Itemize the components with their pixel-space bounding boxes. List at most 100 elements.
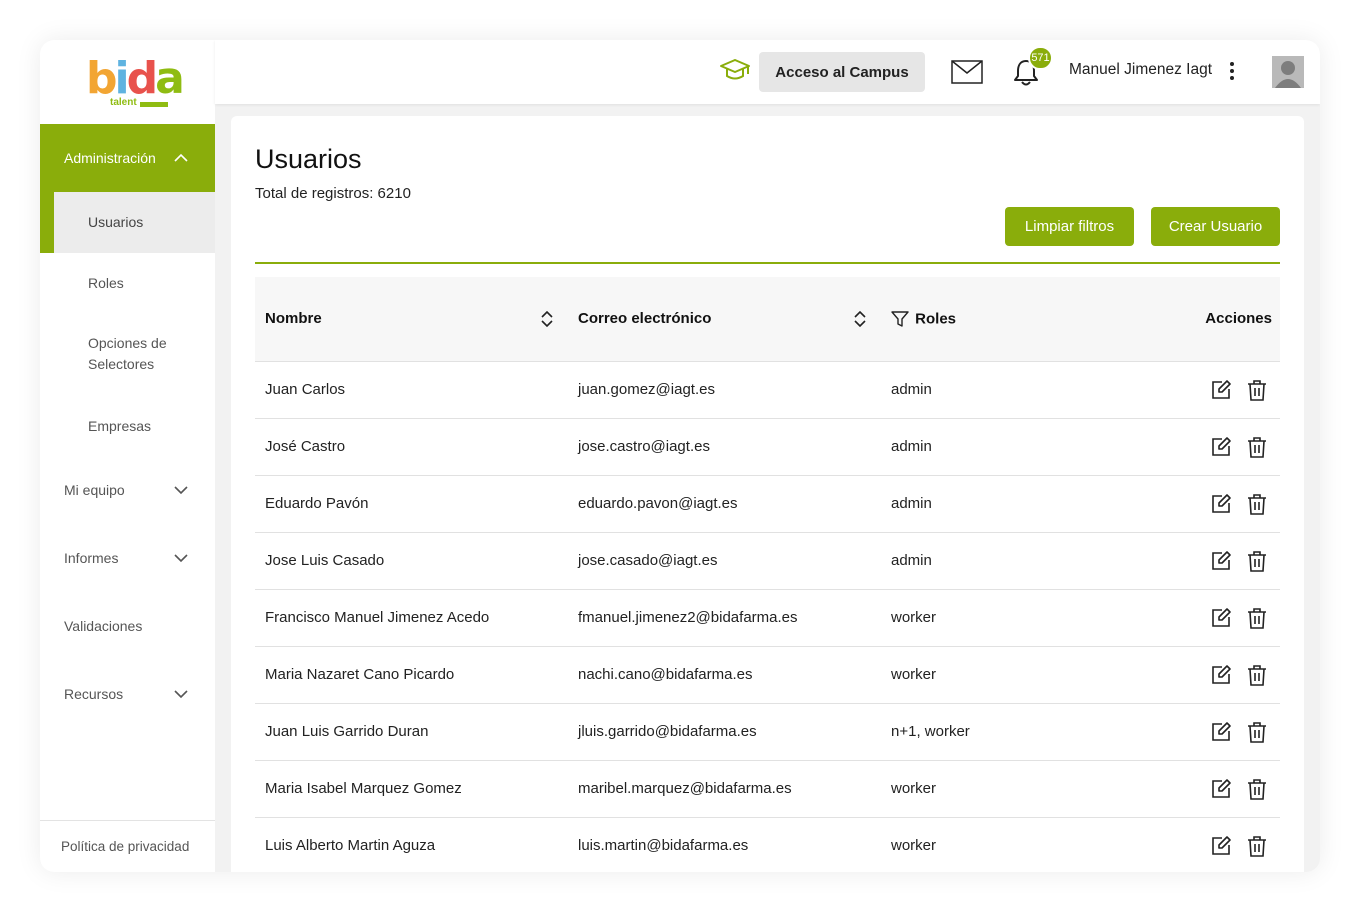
cell-correo: juan.gomez@iagt.es	[578, 381, 715, 398]
notifications-count-badge: 571	[1028, 46, 1053, 70]
logo-letter-a: a	[155, 53, 185, 104]
sidebar-item-mi-equipo[interactable]: Mi equipo	[64, 480, 192, 500]
active-section-indicator	[40, 192, 54, 253]
cell-nombre: José Castro	[265, 438, 346, 455]
sidebar-item-roles[interactable]: Roles	[54, 272, 215, 294]
table-header-row: Nombre Correo electrónico Roles Acciones	[255, 277, 1280, 361]
trash-icon[interactable]	[1246, 379, 1268, 401]
table-row: Jose Luis Casado jose.casado@iagt.es adm…	[255, 532, 1280, 589]
edit-icon[interactable]	[1210, 778, 1232, 800]
sidebar-item-validaciones[interactable]: Validaciones	[64, 616, 192, 636]
trash-icon[interactable]	[1246, 436, 1268, 458]
edit-icon[interactable]	[1210, 436, 1232, 458]
edit-icon[interactable]	[1210, 550, 1232, 572]
cell-acciones	[1151, 646, 1280, 703]
sort-icon[interactable]	[541, 311, 553, 327]
cell-correo: eduardo.pavon@iagt.es	[578, 495, 738, 512]
cell-roles: admin	[891, 495, 932, 512]
sort-icon[interactable]	[854, 311, 866, 327]
cell-acciones	[1151, 817, 1280, 872]
column-header-acciones: Acciones	[1151, 277, 1280, 361]
edit-icon[interactable]	[1210, 721, 1232, 743]
cell-acciones	[1151, 703, 1280, 760]
cell-roles: admin	[891, 438, 932, 455]
cell-nombre: Maria Nazaret Cano Picardo	[265, 666, 455, 683]
trash-icon[interactable]	[1246, 721, 1268, 743]
sidebar-item-label: Administración	[64, 150, 156, 166]
sidebar-item-label: Validaciones	[64, 618, 143, 634]
sidebar-item-label: Roles	[88, 274, 124, 291]
cell-roles: worker	[891, 837, 937, 855]
users-content-card: Usuarios Total de registros: 6210 Limpia…	[231, 116, 1304, 872]
chevron-down-icon	[174, 486, 188, 495]
header-divider	[255, 262, 1280, 264]
create-user-button[interactable]: Crear Usuario	[1151, 207, 1280, 246]
edit-icon[interactable]	[1210, 835, 1232, 857]
table-row: Eduardo Pavón eduardo.pavon@iagt.es admi…	[255, 475, 1280, 532]
page-title: Usuarios	[255, 144, 362, 174]
cell-acciones	[1151, 361, 1280, 418]
trash-icon[interactable]	[1246, 778, 1268, 800]
sidebar-item-label: Informes	[64, 550, 119, 566]
bida-logo[interactable]: b i d a talent	[86, 54, 185, 110]
edit-icon[interactable]	[1210, 664, 1232, 686]
column-label: Roles	[915, 310, 957, 328]
app-window: b i d a talent Administración Usuarios R…	[40, 40, 1320, 872]
trash-icon[interactable]	[1246, 664, 1268, 686]
sidebar-item-administracion[interactable]: Administración	[40, 124, 215, 192]
trash-icon[interactable]	[1246, 493, 1268, 515]
cell-nombre: Juan Carlos	[265, 381, 346, 398]
chevron-down-icon	[174, 690, 188, 699]
trash-icon[interactable]	[1246, 607, 1268, 629]
graduation-cap-icon	[720, 59, 750, 80]
column-header-correo[interactable]: Correo electrónico	[568, 277, 881, 361]
cell-acciones	[1151, 760, 1280, 817]
clear-filters-button[interactable]: Limpiar filtros	[1005, 207, 1134, 246]
total-records: Total de registros: 6210	[255, 185, 411, 202]
column-label: Nombre	[265, 310, 322, 328]
sidebar-item-recursos[interactable]: Recursos	[64, 684, 192, 704]
sidebar-item-informes[interactable]: Informes	[64, 548, 192, 568]
column-header-nombre[interactable]: Nombre	[255, 277, 568, 361]
logo-subtitle: talent	[110, 97, 137, 108]
edit-icon[interactable]	[1210, 607, 1232, 629]
column-label: Acciones	[1205, 310, 1272, 328]
sidebar-item-usuarios[interactable]: Usuarios	[54, 192, 215, 253]
users-table: Nombre Correo electrónico Roles Acciones…	[255, 277, 1280, 872]
cell-acciones	[1151, 475, 1280, 532]
trash-icon[interactable]	[1246, 550, 1268, 572]
user-name[interactable]: Manuel Jimenez Iagt	[1069, 61, 1212, 79]
column-label: Correo electrónico	[578, 310, 712, 328]
sidebar-item-label: Mi equipo	[64, 482, 125, 498]
more-vertical-icon[interactable]	[1229, 61, 1235, 81]
sidebar-item-label: Usuarios	[88, 214, 144, 230]
table-row: Francisco Manuel Jimenez Acedo fmanuel.j…	[255, 589, 1280, 646]
user-placeholder-icon	[1275, 61, 1301, 88]
privacy-policy-label: Política de privacidad	[61, 839, 190, 854]
column-header-roles[interactable]: Roles	[881, 277, 1151, 361]
sidebar-item-opciones-selectores[interactable]: Opciones de Selectores	[54, 333, 215, 375]
avatar[interactable]	[1272, 56, 1304, 88]
edit-icon[interactable]	[1210, 493, 1232, 515]
cell-roles: admin	[891, 552, 932, 569]
cell-nombre: Maria Isabel Marquez Gomez	[265, 780, 462, 797]
cell-correo: luis.martin@bidafarma.es	[578, 837, 749, 855]
filter-icon[interactable]	[891, 310, 909, 328]
cell-nombre: Francisco Manuel Jimenez Acedo	[265, 609, 490, 626]
cell-nombre: Luis Alberto Martin Aguza	[265, 837, 436, 855]
cell-correo: jose.castro@iagt.es	[578, 438, 710, 455]
sidebar-item-empresas[interactable]: Empresas	[54, 415, 215, 437]
table-row: Juan Luis Garrido Duran jluis.garrido@bi…	[255, 703, 1280, 760]
campus-access-button[interactable]: Acceso al Campus	[759, 52, 925, 92]
cell-correo: fmanuel.jimenez2@bidafarma.es	[578, 609, 798, 626]
cell-nombre: Juan Luis Garrido Duran	[265, 723, 429, 740]
mail-icon[interactable]	[951, 60, 983, 84]
cell-roles: worker	[891, 666, 937, 683]
logo-underline	[140, 102, 168, 107]
trash-icon[interactable]	[1246, 835, 1268, 857]
edit-icon[interactable]	[1210, 379, 1232, 401]
cell-roles: n+1, worker	[891, 723, 970, 740]
cell-acciones	[1151, 532, 1280, 589]
sidebar-item-label-line2: Selectores	[88, 356, 155, 372]
privacy-policy-link[interactable]: Política de privacidad	[40, 820, 215, 872]
